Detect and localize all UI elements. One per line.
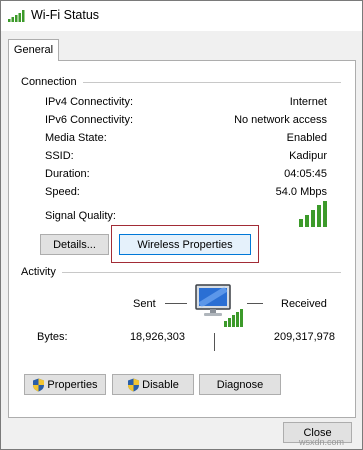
media-state-value: Enabled [286, 132, 327, 144]
properties-button-label: Properties [47, 378, 98, 391]
uac-shield-icon [33, 378, 45, 391]
signal-quality-label: Signal Quality: [45, 210, 116, 222]
speed-label: Speed: [45, 186, 80, 198]
received-line [247, 303, 263, 304]
ssid-label: SSID: [45, 150, 74, 162]
wifi-signal-icon [8, 10, 25, 22]
connection-heading: Connection [21, 76, 77, 88]
received-label: Received [281, 298, 327, 310]
sent-label: Sent [133, 298, 156, 310]
tab-general[interactable]: General [8, 39, 59, 61]
connection-section-header: Connection [21, 76, 341, 88]
window-title: Wi-Fi Status [31, 8, 100, 22]
sent-bytes-value: 18,926,303 [129, 331, 185, 343]
title-bar: Wi-Fi Status [1, 1, 362, 31]
ipv4-label: IPv4 Connectivity: [45, 96, 134, 108]
connection-divider [82, 81, 341, 83]
uac-shield-icon [128, 378, 140, 391]
speed-value: 54.0 Mbps [275, 186, 327, 198]
bytes-label: Bytes: [37, 331, 68, 343]
activity-divider [61, 271, 341, 273]
highlight-annotation [111, 225, 259, 263]
ssid-value: Kadipur [289, 150, 327, 162]
ipv6-value: No network access [234, 114, 327, 126]
disable-button-label: Disable [142, 378, 179, 391]
ipv6-label: IPv6 Connectivity: [45, 114, 134, 126]
duration-value: 04:05:45 [284, 168, 327, 180]
received-bytes-value: 209,317,978 [273, 331, 335, 343]
duration-label: Duration: [45, 168, 90, 180]
watermark: wsxdn.com [299, 437, 345, 447]
network-computer-icon [195, 284, 243, 327]
sent-line [165, 303, 187, 304]
properties-button[interactable]: Properties [24, 374, 106, 395]
activity-separator [214, 333, 215, 351]
diagnose-button[interactable]: Diagnose [199, 374, 281, 395]
disable-button[interactable]: Disable [112, 374, 194, 395]
activity-heading: Activity [21, 266, 56, 278]
media-state-label: Media State: [45, 132, 107, 144]
signal-bars-icon [299, 201, 327, 227]
details-button[interactable]: Details... [40, 234, 109, 255]
activity-section-header: Activity [21, 266, 341, 278]
wifi-status-window: Wi-Fi Status General Connection IPv4 Con… [0, 0, 363, 450]
ipv4-value: Internet [289, 96, 327, 108]
